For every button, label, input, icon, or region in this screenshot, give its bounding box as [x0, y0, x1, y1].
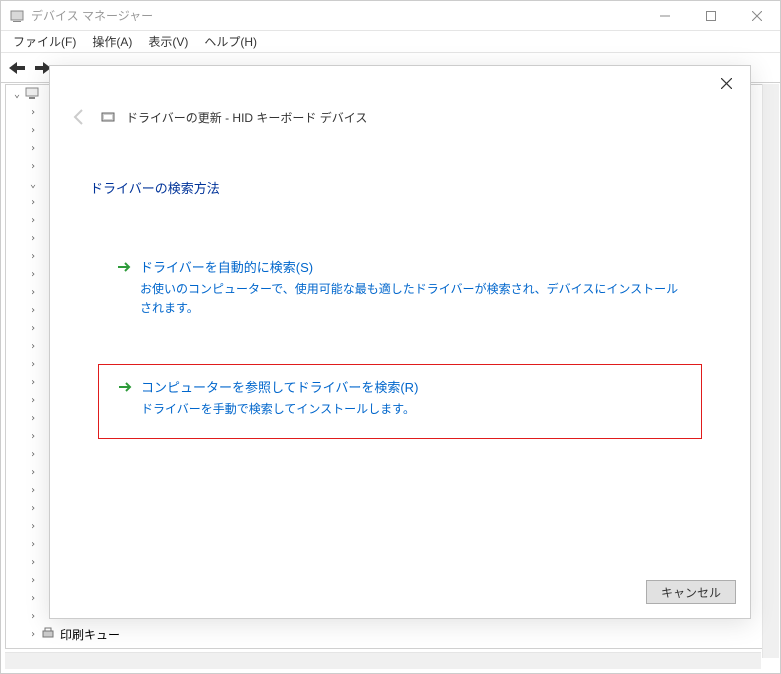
expander-icon[interactable]: ›: [26, 411, 40, 425]
expander-icon[interactable]: ›: [26, 195, 40, 209]
expander-icon[interactable]: ›: [26, 609, 40, 623]
expander-icon[interactable]: ›: [26, 483, 40, 497]
expander-icon[interactable]: ›: [26, 267, 40, 281]
computer-icon: [24, 85, 40, 104]
option-description: お使いのコンピューターで、使用可能な最も適したドライバーが検索され、デバイスにイ…: [116, 276, 684, 318]
expander-icon[interactable]: ›: [26, 555, 40, 569]
scrollbar-horizontal[interactable]: [5, 652, 761, 669]
expander-icon[interactable]: ›: [26, 591, 40, 605]
app-icon: [9, 8, 25, 24]
menu-help[interactable]: ヘルプ(H): [198, 31, 263, 52]
dialog-header: ドライバーの更新 - HID キーボード デバイス: [50, 66, 750, 128]
dialog-title: ドライバーの更新 - HID キーボード デバイス: [126, 109, 367, 126]
back-icon[interactable]: [5, 56, 29, 80]
expander-icon[interactable]: ›: [26, 105, 40, 119]
expander-icon[interactable]: ›: [26, 465, 40, 479]
back-arrow-icon[interactable]: [68, 106, 90, 128]
printer-icon: [40, 625, 56, 644]
dialog-close-button[interactable]: [712, 72, 740, 94]
expander-icon[interactable]: ›: [26, 447, 40, 461]
expander-icon[interactable]: ›: [26, 231, 40, 245]
expander-icon[interactable]: ›: [26, 357, 40, 371]
tree-label: 印刷キュー: [60, 626, 120, 643]
expander-icon[interactable]: ›: [26, 627, 40, 641]
arrow-right-icon: [116, 259, 132, 275]
menu-action[interactable]: 操作(A): [86, 31, 138, 52]
close-button[interactable]: [734, 1, 780, 31]
expander-icon[interactable]: ›: [26, 339, 40, 353]
device-icon: [100, 109, 116, 125]
expander-icon[interactable]: ›: [26, 537, 40, 551]
expander-icon[interactable]: ›: [26, 429, 40, 443]
menubar: ファイル(F) 操作(A) 表示(V) ヘルプ(H): [1, 31, 780, 53]
tree-node-print[interactable]: › 印刷キュー: [6, 625, 776, 643]
option-title: コンピューターを参照してドライバーを検索(R): [141, 377, 418, 396]
scrollbar-vertical[interactable]: [762, 84, 779, 658]
dialog-footer: キャンセル: [646, 580, 736, 604]
window-title: デバイス マネージャー: [31, 7, 153, 24]
section-heading: ドライバーの検索方法: [50, 128, 750, 197]
expander-icon[interactable]: ›: [26, 141, 40, 155]
option-auto-search[interactable]: ドライバーを自動的に検索(S) お使いのコンピューターで、使用可能な最も適したド…: [98, 245, 702, 336]
expander-icon[interactable]: ›: [26, 375, 40, 389]
maximize-button[interactable]: [688, 1, 734, 31]
expander-open-icon[interactable]: ⌄: [26, 177, 40, 191]
expander-icon[interactable]: ›: [26, 123, 40, 137]
expander-icon[interactable]: ›: [26, 393, 40, 407]
expander-icon[interactable]: ›: [26, 321, 40, 335]
menu-file[interactable]: ファイル(F): [7, 31, 82, 52]
expander-open-icon[interactable]: ⌄: [10, 87, 24, 101]
expander-icon[interactable]: ›: [26, 285, 40, 299]
minimize-button[interactable]: [642, 1, 688, 31]
expander-icon[interactable]: ›: [26, 159, 40, 173]
window-controls: [642, 1, 780, 31]
option-browse-computer[interactable]: コンピューターを参照してドライバーを検索(R) ドライバーを手動で検索してインス…: [98, 364, 702, 438]
option-description: ドライバーを手動で検索してインストールします。: [117, 396, 683, 419]
options-area: ドライバーを自動的に検索(S) お使いのコンピューターで、使用可能な最も適したド…: [50, 197, 750, 439]
arrow-right-icon: [117, 379, 133, 395]
option-title: ドライバーを自動的に検索(S): [140, 257, 313, 276]
menu-view[interactable]: 表示(V): [142, 31, 194, 52]
expander-icon[interactable]: ›: [26, 303, 40, 317]
expander-icon[interactable]: ›: [26, 249, 40, 263]
expander-icon[interactable]: ›: [26, 519, 40, 533]
titlebar: デバイス マネージャー: [1, 1, 780, 31]
expander-icon[interactable]: ›: [26, 573, 40, 587]
cancel-button[interactable]: キャンセル: [646, 580, 736, 604]
expander-icon[interactable]: ›: [26, 213, 40, 227]
driver-update-dialog: ドライバーの更新 - HID キーボード デバイス ドライバーの検索方法 ドライ…: [49, 65, 751, 619]
expander-icon[interactable]: ›: [26, 501, 40, 515]
